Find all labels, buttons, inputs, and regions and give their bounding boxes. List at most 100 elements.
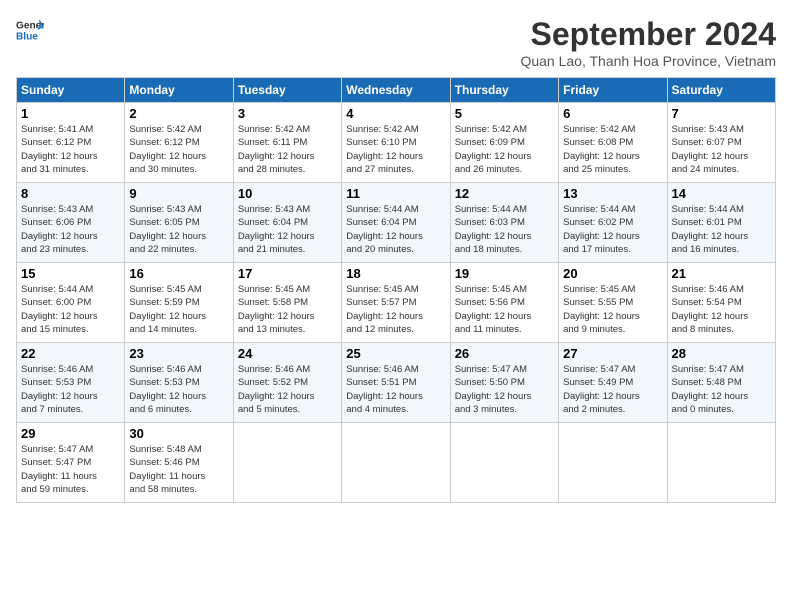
day-number: 11 [346,186,445,201]
day-info: Sunrise: 5:46 AMSunset: 5:53 PMDaylight:… [21,363,120,416]
header-friday: Friday [559,78,667,103]
table-row: 16 Sunrise: 5:45 AMSunset: 5:59 PMDayligh… [125,263,233,343]
day-info: Sunrise: 5:46 AMSunset: 5:54 PMDaylight:… [672,283,771,336]
day-number: 8 [21,186,120,201]
header-monday: Monday [125,78,233,103]
calendar-table: Sunday Monday Tuesday Wednesday Thursday… [16,77,776,503]
day-info: Sunrise: 5:44 AMSunset: 6:00 PMDaylight:… [21,283,120,336]
header-tuesday: Tuesday [233,78,341,103]
day-info: Sunrise: 5:47 AMSunset: 5:48 PMDaylight:… [672,363,771,416]
day-info: Sunrise: 5:46 AMSunset: 5:53 PMDaylight:… [129,363,228,416]
day-info: Sunrise: 5:44 AMSunset: 6:01 PMDaylight:… [672,203,771,256]
day-info: Sunrise: 5:43 AMSunset: 6:04 PMDaylight:… [238,203,337,256]
table-row: 26Sunrise: 5:47 AMSunset: 5:50 PMDayligh… [450,343,558,423]
header-sunday: Sunday [17,78,125,103]
page-header: General Blue September 2024 Quan Lao, Th… [16,16,776,69]
table-row: 23Sunrise: 5:46 AMSunset: 5:53 PMDayligh… [125,343,233,423]
day-number: 13 [563,186,662,201]
table-row: 25 Sunrise: 5:46 AMSunset: 5:51 PMDayligh… [342,343,450,423]
day-number: 5 [455,106,554,121]
table-row: 17 Sunrise: 5:45 AMSunset: 5:58 PMDayligh… [233,263,341,343]
day-number: 21 [672,266,771,281]
day-info: Sunrise: 5:43 AMSunset: 6:06 PMDaylight:… [21,203,120,256]
day-info: Sunrise: 5:44 AMSunset: 6:04 PMDaylight:… [346,203,445,256]
day-number: 9 [129,186,228,201]
day-number: 29 [21,426,120,441]
day-number: 28 [672,346,771,361]
table-row: 3Sunrise: 5:42 AMSunset: 6:11 PMDaylight… [233,103,341,183]
day-number: 27 [563,346,662,361]
table-row: 1 Sunrise: 5:41 AMSunset: 6:12 PMDaylight… [17,103,125,183]
table-row: 27 Sunrise: 5:47 AMSunset: 5:49 PMDayligh… [559,343,667,423]
table-row: 2 Sunrise: 5:42 AMSunset: 6:12 PMDaylight… [125,103,233,183]
table-row: 8 Sunrise: 5:43 AMSunset: 6:06 PMDaylight… [17,183,125,263]
table-row: 22Sunrise: 5:46 AMSunset: 5:53 PMDayligh… [17,343,125,423]
table-row: 20Sunrise: 5:45 AMSunset: 5:55 PMDayligh… [559,263,667,343]
day-number: 18 [346,266,445,281]
table-row: 14 Sunrise: 5:44 AMSunset: 6:01 PMDayligh… [667,183,775,263]
table-row: 28 Sunrise: 5:47 AMSunset: 5:48 PMDayligh… [667,343,775,423]
table-row: 12 Sunrise: 5:44 AMSunset: 6:03 PMDayligh… [450,183,558,263]
table-row: 10 Sunrise: 5:43 AMSunset: 6:04 PMDayligh… [233,183,341,263]
day-number: 14 [672,186,771,201]
day-number: 24 [238,346,337,361]
logo-icon: General Blue [16,16,44,44]
header-thursday: Thursday [450,78,558,103]
day-info: Sunrise: 5:42 AMSunset: 6:08 PMDaylight:… [563,123,662,176]
table-row: 5 Sunrise: 5:42 AMSunset: 6:09 PMDaylight… [450,103,558,183]
table-row: 24 Sunrise: 5:46 AMSunset: 5:52 PMDayligh… [233,343,341,423]
day-info: Sunrise: 5:42 AMSunset: 6:10 PMDaylight:… [346,123,445,176]
day-number: 2 [129,106,228,121]
day-info: Sunrise: 5:45 AMSunset: 5:59 PMDaylight:… [129,283,228,336]
day-number: 3 [238,106,337,121]
day-info: Sunrise: 5:47 AMSunset: 5:47 PMDaylight:… [21,443,120,496]
header-wednesday: Wednesday [342,78,450,103]
day-info: Sunrise: 5:45 AMSunset: 5:57 PMDaylight:… [346,283,445,336]
day-number: 15 [21,266,120,281]
day-info: Sunrise: 5:46 AMSunset: 5:51 PMDaylight:… [346,363,445,416]
day-info: Sunrise: 5:43 AMSunset: 6:05 PMDaylight:… [129,203,228,256]
table-row: 29 Sunrise: 5:47 AMSunset: 5:47 PMDayligh… [17,423,125,503]
day-number: 17 [238,266,337,281]
day-info: Sunrise: 5:42 AMSunset: 6:09 PMDaylight:… [455,123,554,176]
day-info: Sunrise: 5:42 AMSunset: 6:12 PMDaylight:… [129,123,228,176]
table-row [559,423,667,503]
day-number: 30 [129,426,228,441]
day-info: Sunrise: 5:46 AMSunset: 5:52 PMDaylight:… [238,363,337,416]
title-area: September 2024 Quan Lao, Thanh Hoa Provi… [520,16,776,69]
table-row: 9 Sunrise: 5:43 AMSunset: 6:05 PMDaylight… [125,183,233,263]
day-info: Sunrise: 5:45 AMSunset: 5:58 PMDaylight:… [238,283,337,336]
day-info: Sunrise: 5:45 AMSunset: 5:56 PMDaylight:… [455,283,554,336]
table-row: 13 Sunrise: 5:44 AMSunset: 6:02 PMDayligh… [559,183,667,263]
table-row: 15 Sunrise: 5:44 AMSunset: 6:00 PMDayligh… [17,263,125,343]
table-row: 30Sunrise: 5:48 AMSunset: 5:46 PMDayligh… [125,423,233,503]
table-row: 4 Sunrise: 5:42 AMSunset: 6:10 PMDaylight… [342,103,450,183]
day-number: 19 [455,266,554,281]
table-row [342,423,450,503]
day-number: 16 [129,266,228,281]
table-row: 11 Sunrise: 5:44 AMSunset: 6:04 PMDayligh… [342,183,450,263]
table-row: 18 Sunrise: 5:45 AMSunset: 5:57 PMDayligh… [342,263,450,343]
day-info: Sunrise: 5:41 AMSunset: 6:12 PMDaylight:… [21,123,120,176]
table-row: 19 Sunrise: 5:45 AMSunset: 5:56 PMDayligh… [450,263,558,343]
day-number: 12 [455,186,554,201]
table-row [667,423,775,503]
day-number: 6 [563,106,662,121]
table-row [233,423,341,503]
day-info: Sunrise: 5:44 AMSunset: 6:03 PMDaylight:… [455,203,554,256]
table-row: 21 Sunrise: 5:46 AMSunset: 5:54 PMDayligh… [667,263,775,343]
month-title: September 2024 [520,16,776,53]
day-number: 1 [21,106,120,121]
day-info: Sunrise: 5:47 AMSunset: 5:49 PMDaylight:… [563,363,662,416]
day-number: 26 [455,346,554,361]
day-number: 20 [563,266,662,281]
day-number: 7 [672,106,771,121]
day-number: 4 [346,106,445,121]
day-info: Sunrise: 5:44 AMSunset: 6:02 PMDaylight:… [563,203,662,256]
table-row: 6 Sunrise: 5:42 AMSunset: 6:08 PMDaylight… [559,103,667,183]
table-row [450,423,558,503]
svg-text:Blue: Blue [16,31,38,42]
day-number: 25 [346,346,445,361]
day-number: 10 [238,186,337,201]
location-title: Quan Lao, Thanh Hoa Province, Vietnam [520,53,776,69]
